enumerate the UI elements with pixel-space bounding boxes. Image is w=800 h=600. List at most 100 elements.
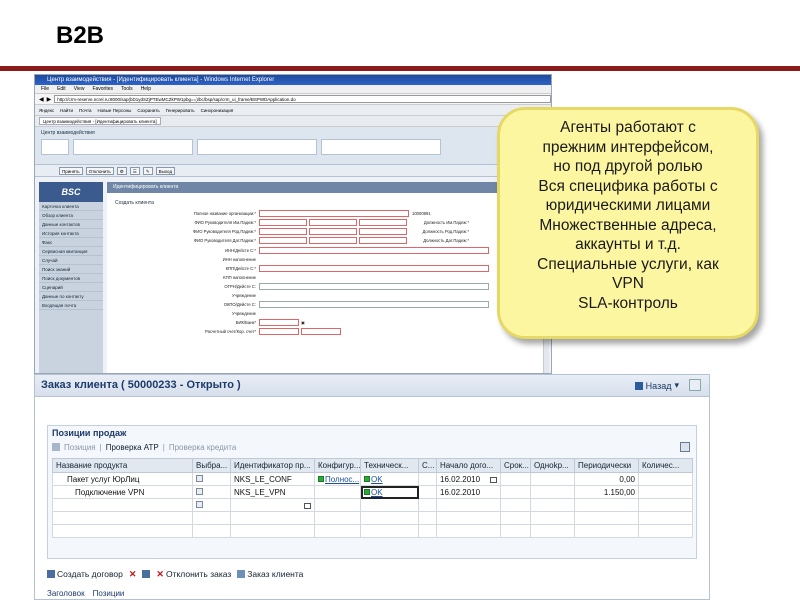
nav-item[interactable]: Сценарий bbox=[39, 283, 103, 292]
text-input[interactable] bbox=[359, 236, 407, 244]
org-name-input[interactable] bbox=[259, 209, 409, 217]
table-row[interactable]: Подключение VPN NKS_LE_VPN OK 16.02.2010… bbox=[52, 485, 693, 499]
column-header[interactable]: Количес... bbox=[638, 458, 693, 473]
start-date-cell[interactable] bbox=[436, 498, 501, 512]
bik-input[interactable] bbox=[259, 318, 299, 326]
toolbar-generate[interactable]: Генерировать bbox=[166, 108, 195, 113]
nav-item[interactable]: Сервисная квитанция bbox=[39, 247, 103, 256]
nav-item[interactable]: Поиск документов bbox=[39, 274, 103, 283]
product-id-cell[interactable]: NKS_LE_CONF bbox=[230, 472, 315, 486]
decline-button[interactable]: Отклонить bbox=[85, 166, 114, 175]
corr-account-input[interactable] bbox=[301, 327, 341, 335]
column-header[interactable]: Идентификатор пр... bbox=[230, 458, 315, 473]
column-header[interactable]: Выбра... bbox=[192, 458, 231, 473]
product-id-cell[interactable] bbox=[230, 498, 315, 512]
start-date-cell[interactable]: 16.02.2010 bbox=[436, 472, 501, 486]
text-input[interactable] bbox=[259, 227, 307, 235]
personalize-icon[interactable] bbox=[689, 379, 701, 391]
toolbar-sync[interactable]: Синхронизация bbox=[201, 108, 234, 113]
select-checkbox[interactable] bbox=[196, 487, 203, 495]
start-date-cell[interactable]: 16.02.2010 bbox=[436, 485, 501, 499]
toolbar-mail[interactable]: Почта bbox=[79, 108, 92, 113]
column-header[interactable]: Начало дого... bbox=[436, 458, 501, 473]
back-button[interactable]: Назад ▾ bbox=[634, 380, 679, 391]
tool-icon[interactable]: ☰ bbox=[129, 166, 140, 175]
table-row[interactable] bbox=[52, 524, 693, 538]
exit-button[interactable]: Выход bbox=[155, 166, 176, 175]
nav-item[interactable]: Карточка клиента bbox=[39, 202, 103, 211]
column-header[interactable]: Срок... bbox=[500, 458, 531, 473]
config-cell[interactable] bbox=[314, 498, 361, 512]
nav-item[interactable]: История контакта bbox=[39, 229, 103, 238]
expand-icon[interactable] bbox=[680, 442, 690, 452]
table-row[interactable] bbox=[52, 498, 693, 512]
forward-arrow-icon[interactable]: ▶ bbox=[47, 96, 52, 103]
text-input[interactable] bbox=[259, 218, 307, 226]
back-arrow-icon[interactable]: ◀ bbox=[39, 96, 44, 103]
save-icon[interactable] bbox=[142, 570, 151, 578]
product-name-cell[interactable] bbox=[52, 498, 193, 512]
toolbar-new-persons[interactable]: Новые Персоны bbox=[97, 108, 131, 113]
table-row[interactable]: Пакет услуг ЮрЛиц NKS_LE_CONF Полнос... … bbox=[52, 472, 693, 486]
tab-atp-check[interactable]: Проверка ATP bbox=[106, 443, 159, 452]
address-input[interactable]: http://crm-reserve.ncrel.ru:8000/sap(bD1… bbox=[54, 95, 551, 103]
menu-file[interactable]: File bbox=[41, 85, 49, 93]
lookup-icon[interactable] bbox=[304, 503, 311, 509]
close-icon[interactable]: ✕ bbox=[129, 569, 137, 580]
menu-view[interactable]: View bbox=[74, 85, 85, 93]
nav-item[interactable]: Факс bbox=[39, 238, 103, 247]
tool-icon[interactable]: ✎ bbox=[142, 166, 153, 175]
text-input[interactable] bbox=[359, 227, 407, 235]
text-input[interactable] bbox=[309, 218, 357, 226]
nav-item[interactable]: Данные контактов bbox=[39, 220, 103, 229]
menu-edit[interactable]: Edit bbox=[57, 85, 66, 93]
column-header[interactable]: С... bbox=[418, 458, 437, 473]
text-input[interactable] bbox=[359, 218, 407, 226]
tech-status-link[interactable]: OK bbox=[371, 488, 383, 497]
create-contract-button[interactable]: Создать договор bbox=[47, 569, 123, 579]
config-link[interactable]: Полнос... bbox=[325, 475, 359, 484]
select-checkbox[interactable] bbox=[196, 500, 203, 508]
tab-credit-check[interactable]: Проверка кредита bbox=[169, 443, 236, 452]
toolbar-search[interactable]: Найти bbox=[60, 108, 73, 113]
text-input[interactable] bbox=[309, 227, 357, 235]
reject-order-button[interactable]: ✕ Отклонить заказ bbox=[156, 569, 231, 580]
kpp-input[interactable] bbox=[259, 264, 489, 272]
column-header[interactable]: Название продукта bbox=[52, 458, 193, 473]
product-name-cell[interactable]: Пакет услуг ЮрЛиц bbox=[52, 472, 193, 486]
select-checkbox[interactable] bbox=[196, 474, 203, 482]
tab-items[interactable]: Позиции bbox=[93, 589, 125, 598]
tool-icon[interactable]: ⚙ bbox=[116, 166, 127, 175]
text-input[interactable] bbox=[309, 236, 357, 244]
nav-item[interactable]: Поиск знаний bbox=[39, 265, 103, 274]
config-cell[interactable] bbox=[314, 485, 361, 499]
nav-item[interactable]: Обзор клиента bbox=[39, 211, 103, 220]
product-name-cell[interactable]: Подключение VPN bbox=[52, 485, 193, 499]
okpo-input[interactable] bbox=[259, 300, 489, 308]
lookup-icon[interactable]: ▣ bbox=[301, 320, 305, 325]
column-header[interactable]: Одноkр... bbox=[530, 458, 575, 473]
menu-favorites[interactable]: Favorites bbox=[92, 85, 113, 93]
column-header[interactable]: Конфигур... bbox=[314, 458, 361, 473]
calendar-icon[interactable] bbox=[490, 476, 497, 483]
accept-button[interactable]: Принять bbox=[59, 166, 83, 175]
tab-header[interactable]: Заголовок bbox=[47, 589, 85, 598]
text-input[interactable] bbox=[259, 236, 307, 244]
toolbar-yandex[interactable]: Яндекс bbox=[39, 108, 54, 113]
column-header[interactable]: Периодически bbox=[574, 458, 639, 473]
menu-tools[interactable]: Tools bbox=[121, 85, 133, 93]
nav-item[interactable]: Данные по контакту bbox=[39, 292, 103, 301]
client-order-button[interactable]: Заказ клиента bbox=[237, 569, 303, 579]
nav-item[interactable]: Случай bbox=[39, 256, 103, 265]
tech-status-link[interactable]: OK bbox=[371, 475, 383, 484]
column-header[interactable]: Техническ... bbox=[360, 458, 419, 473]
ogrn-input[interactable] bbox=[259, 282, 489, 290]
inn-input[interactable] bbox=[259, 246, 489, 254]
nav-item[interactable]: Входящая почта bbox=[39, 301, 103, 310]
menu-help[interactable]: Help bbox=[141, 85, 151, 93]
browser-tab[interactable]: Центр взаимодействия - [Идентифицировать… bbox=[39, 117, 161, 125]
table-row[interactable] bbox=[52, 511, 693, 525]
account-input[interactable] bbox=[259, 327, 299, 335]
tab-position[interactable]: Позиция bbox=[64, 443, 96, 452]
toolbar-save[interactable]: Сохранить bbox=[137, 108, 159, 113]
